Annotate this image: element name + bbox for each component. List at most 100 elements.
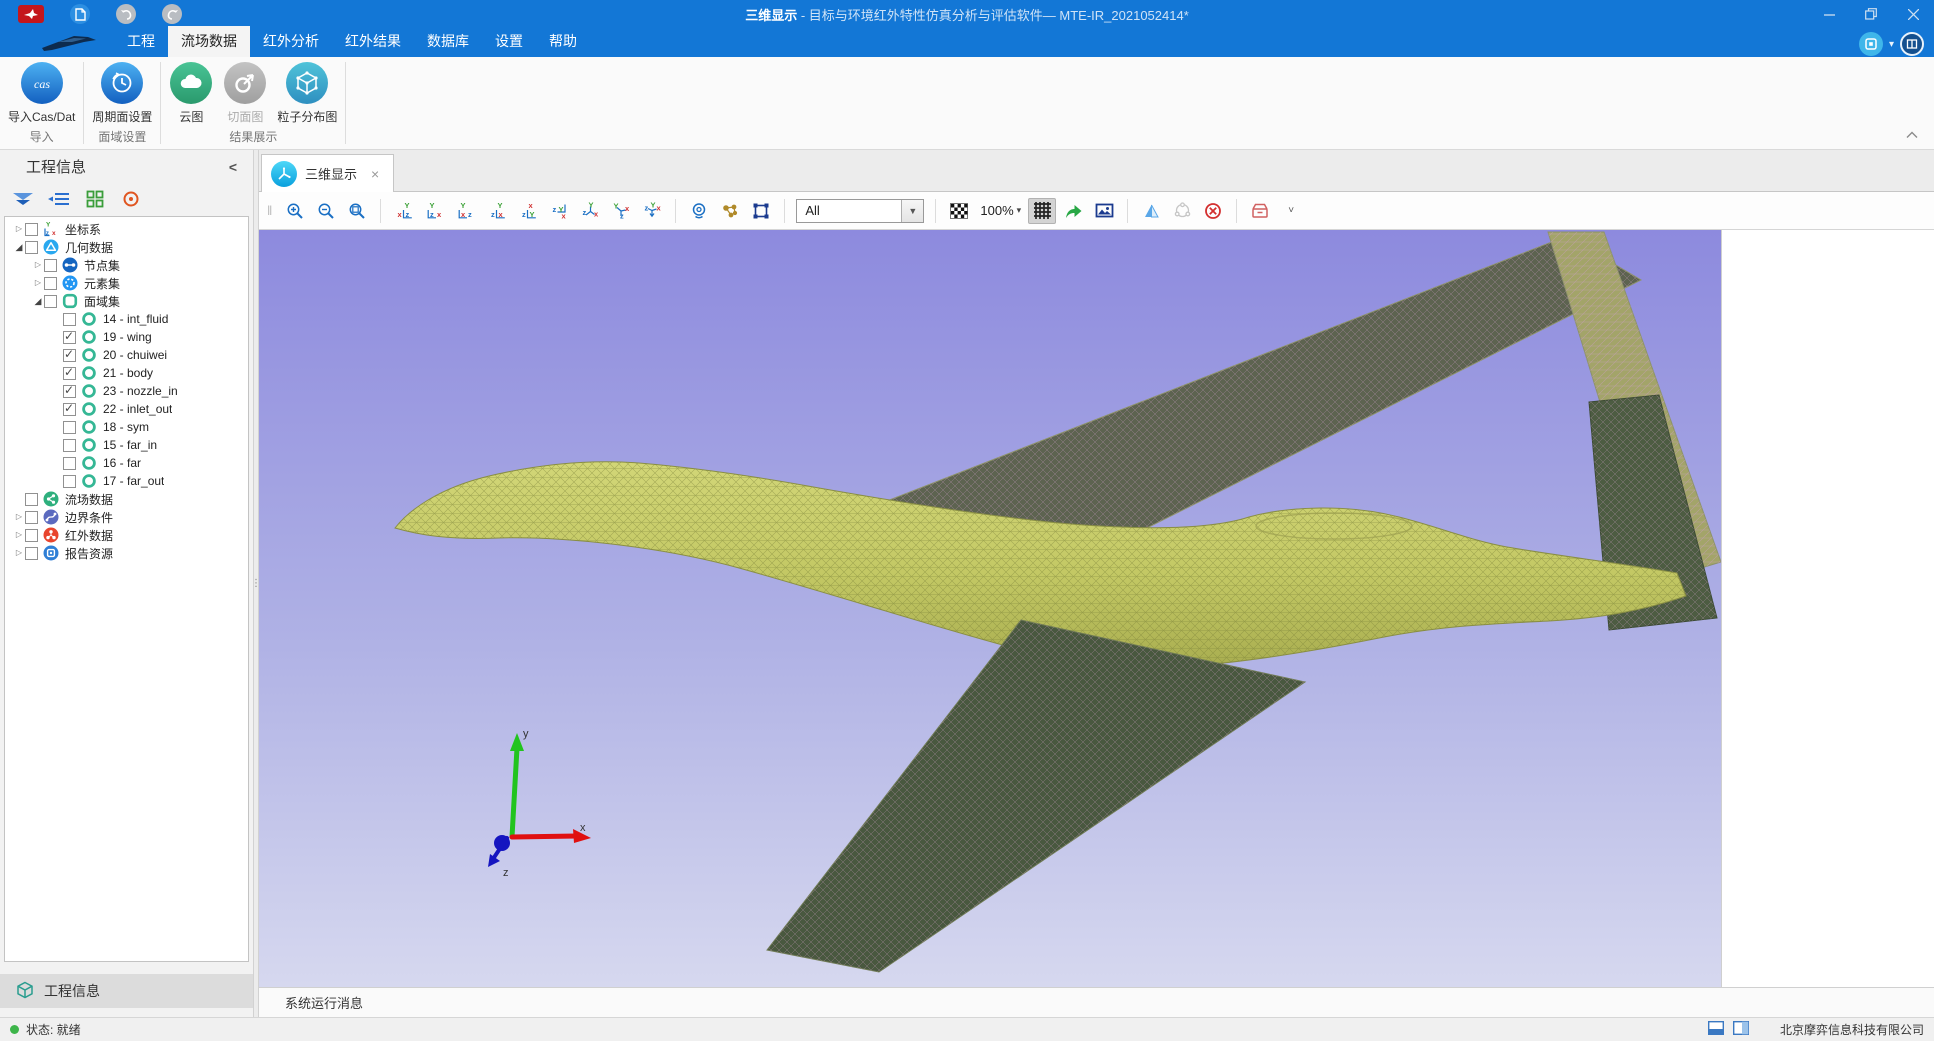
ribbon-button[interactable]: 粒子分布图 [277,60,337,125]
dock-tab-project-info[interactable]: 工程信息 [0,974,253,1008]
menu-item[interactable]: 设置 [482,26,536,57]
tree-item[interactable]: ▷元素集 [5,274,248,292]
view-orientation-5-button[interactable]: xzY [514,198,542,224]
menu-item[interactable]: 红外结果 [332,26,414,57]
tree-expand-arrow-icon[interactable]: ▷ [13,220,25,238]
view-orientation-7-button[interactable]: zxY [576,198,604,224]
tree-checkbox[interactable] [25,511,38,524]
ribbon-button[interactable]: 周期面设置 [92,60,152,125]
probe-button[interactable] [685,198,713,224]
menu-item[interactable]: 工程 [114,26,168,57]
mesh-toggle-button[interactable] [1028,198,1056,224]
tree-expand-arrow-icon[interactable]: ◢ [32,292,44,310]
tree-checkbox[interactable] [44,259,57,272]
tree-item[interactable]: ◢面域集 [5,292,248,310]
snapshot-button[interactable] [1090,198,1118,224]
tree-checkbox[interactable] [63,331,76,344]
zoom-in-button[interactable] [281,198,309,224]
tree-item[interactable]: 18 - sym [5,418,248,436]
tree-checkbox[interactable] [25,493,38,506]
filter-triangle-icon[interactable] [12,188,34,210]
tree-checkbox[interactable] [44,295,57,308]
export-button[interactable] [1059,198,1087,224]
tab-close-icon[interactable]: × [371,166,379,182]
tree-item[interactable]: ▷节点集 [5,256,248,274]
grid-squares-icon[interactable] [84,188,106,210]
tab-3d-view[interactable]: 三维显示 × [261,154,394,192]
tree-checkbox[interactable] [63,421,76,434]
menu-item[interactable]: 数据库 [414,26,482,57]
tree-checkbox[interactable] [63,367,76,380]
undo-icon[interactable] [116,4,136,24]
tree-item[interactable]: ▷Yzx坐标系 [5,220,248,238]
tree-item[interactable]: 19 - wing [5,328,248,346]
sidebar-collapse-icon[interactable]: < [229,159,237,175]
tree-checkbox[interactable] [63,403,76,416]
manual-book-icon[interactable] [1900,32,1924,56]
tree-expand-arrow-icon[interactable]: ▷ [13,508,25,526]
view-orientation-9-button[interactable]: zYx [638,198,666,224]
tree-item[interactable]: 20 - chuiwei [5,346,248,364]
view-orientation-8-button[interactable]: Yxz [607,198,635,224]
tree-item[interactable]: 22 - inlet_out [5,400,248,418]
outline-list-icon[interactable] [48,188,70,210]
tree-checkbox[interactable] [25,241,38,254]
tree-checkbox[interactable] [25,529,38,542]
tree-expand-arrow-icon[interactable]: ▷ [32,274,44,292]
view-orientation-1-button[interactable]: Yxz [390,198,418,224]
file-icon[interactable] [70,4,90,24]
menu-item[interactable]: 流场数据 [168,26,250,57]
zoom-level-control[interactable]: 100%▾ [980,203,1021,218]
save-view-caret[interactable]: ˅ [1277,198,1305,224]
transparency-button[interactable] [945,198,973,224]
view-orientation-4-button[interactable]: Yzx [483,198,511,224]
tree-checkbox[interactable] [63,457,76,470]
ribbon-button[interactable]: 云图 [169,60,213,125]
panel-right-icon[interactable] [1733,1021,1749,1038]
tree-checkbox[interactable] [63,385,76,398]
run-caret-icon[interactable]: ▾ [1889,39,1894,50]
ribbon-collapse-chevron[interactable] [1906,126,1918,144]
tree-expand-arrow-icon[interactable]: ▷ [13,526,25,544]
plane-badge-icon[interactable] [18,5,44,23]
close-button[interactable] [1892,0,1934,28]
view-orientation-6-button[interactable]: zYx [545,198,573,224]
tree-item[interactable]: 16 - far [5,454,248,472]
menu-item[interactable]: 帮助 [536,26,590,57]
tree-checkbox[interactable] [63,439,76,452]
tree-expand-arrow-icon[interactable]: ◢ [13,238,25,256]
save-view-button[interactable] [1246,198,1274,224]
mirror-button[interactable] [1137,198,1165,224]
tree-item[interactable]: ▷报告资源 [5,544,248,562]
redo-icon[interactable] [162,4,182,24]
view-orientation-2-button[interactable]: Yzx [421,198,449,224]
run-panel-icon[interactable] [1859,32,1883,56]
display-filter-combo[interactable]: All▼ [796,199,924,223]
menu-item[interactable]: 红外分析 [250,26,332,57]
tree-item[interactable]: ▷红外数据 [5,526,248,544]
tree-checkbox[interactable] [63,349,76,362]
zoom-fit-button[interactable] [343,198,371,224]
tree-expand-arrow-icon[interactable]: ▷ [13,544,25,562]
tree-item[interactable]: 17 - far_out [5,472,248,490]
tree-checkbox[interactable] [25,547,38,560]
view-orientation-3-button[interactable]: Yxz [452,198,480,224]
tree-expand-arrow-icon[interactable]: ▷ [32,256,44,274]
box-select-button[interactable] [747,198,775,224]
tree-checkbox[interactable] [63,313,76,326]
tree-item[interactable]: 15 - far_in [5,436,248,454]
combo-dropdown-icon[interactable]: ▼ [901,200,923,222]
tree-item[interactable]: 21 - body [5,364,248,382]
viewport-3d[interactable]: y x z [259,230,1721,987]
tree-checkbox[interactable] [63,475,76,488]
zoom-out-button[interactable] [312,198,340,224]
node-pick-button[interactable] [716,198,744,224]
tree-item[interactable]: ◢几何数据 [5,238,248,256]
minimize-button[interactable] [1808,0,1850,28]
tree-checkbox[interactable] [25,223,38,236]
tree-item[interactable]: ▷边界条件 [5,508,248,526]
tree-item[interactable]: 14 - int_fluid [5,310,248,328]
zoom-caret-icon[interactable]: ▾ [1017,205,1022,216]
tree-item[interactable]: 流场数据 [5,490,248,508]
tree-item[interactable]: 23 - nozzle_in [5,382,248,400]
